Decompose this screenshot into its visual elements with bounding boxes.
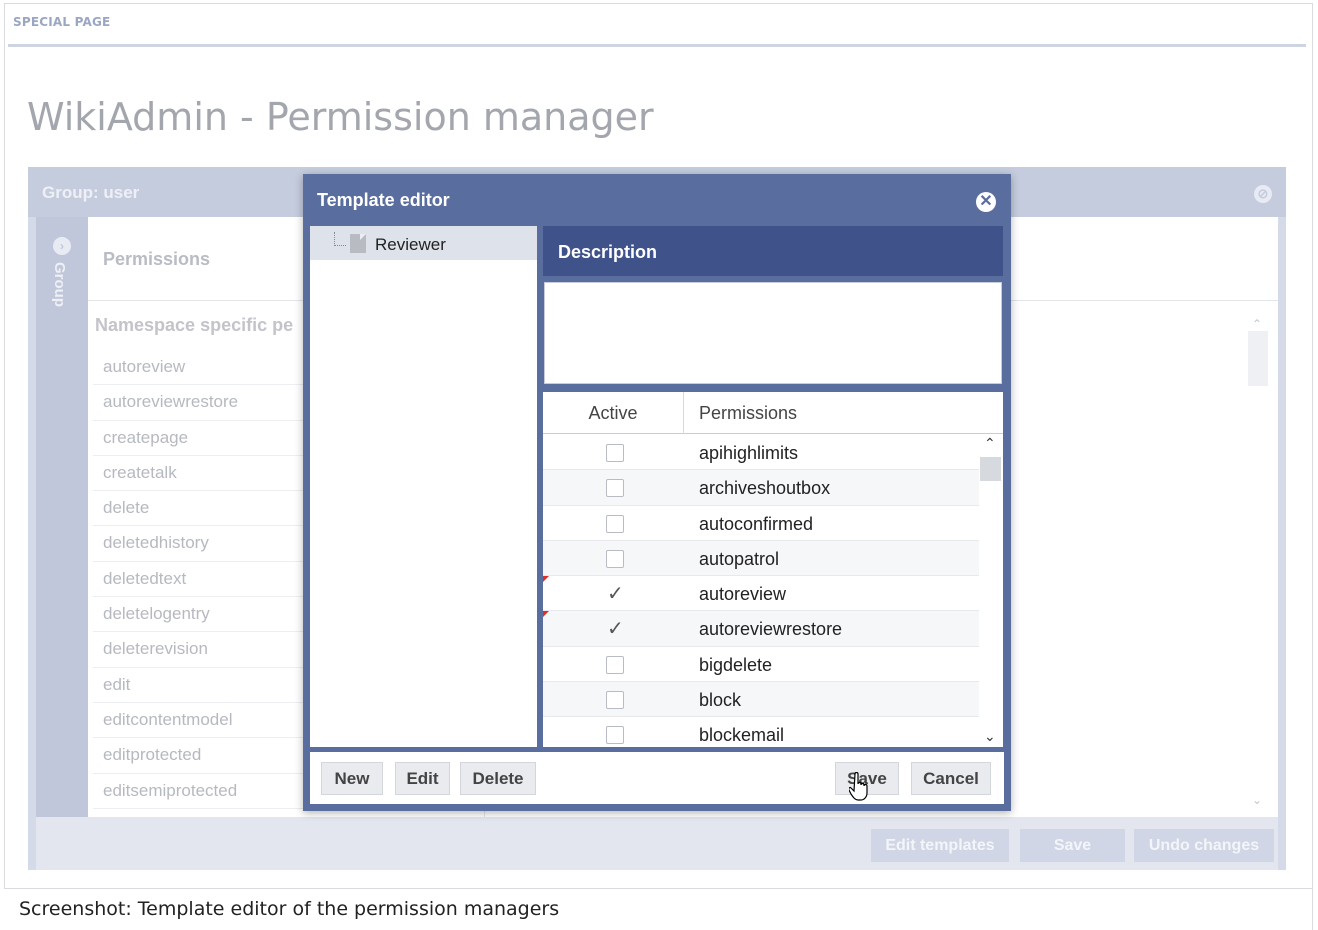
cancel-button[interactable]: Cancel — [911, 762, 991, 795]
screenshot-caption: Screenshot: Template editor of the permi… — [19, 898, 560, 920]
scroll-down-icon[interactable]: ⌄ — [1252, 793, 1262, 807]
template-tree: Reviewer — [310, 226, 537, 747]
scroll-down-icon[interactable]: ⌄ — [984, 728, 996, 745]
delete-button[interactable]: Delete — [460, 762, 536, 795]
group-panel-footer: Edit templates Save Undo changes — [36, 817, 1278, 870]
scroll-up-icon[interactable]: ⌃ — [1252, 317, 1262, 331]
template-editor-dialog: Template editor ✕ Reviewer Description A… — [303, 174, 1011, 811]
undo-changes-button[interactable]: Undo changes — [1134, 829, 1274, 862]
grid-row[interactable]: archiveshoutbox — [543, 470, 979, 506]
grid-row[interactable]: bigdelete — [543, 647, 979, 683]
close-icon[interactable]: ✕ — [976, 192, 996, 212]
permission-name: autoreviewrestore — [699, 619, 843, 640]
permission-name: autoreview — [699, 584, 787, 605]
special-page-label: SPECIAL PAGE — [13, 15, 111, 29]
group-side-tab[interactable]: › Group — [36, 217, 88, 817]
grid-scrollbar[interactable]: ⌃ ⌄ — [980, 435, 1001, 747]
save-button[interactable]: Save — [1020, 829, 1125, 862]
permission-name: autopatrol — [699, 548, 780, 569]
permission-name: archiveshoutbox — [699, 478, 831, 499]
dialog-title: Template editor — [317, 190, 450, 210]
scroll-thumb[interactable] — [1248, 331, 1268, 386]
active-checkbox[interactable] — [606, 726, 624, 745]
active-checkbox[interactable] — [606, 549, 624, 568]
file-icon — [350, 234, 366, 253]
grid-row[interactable]: blockemail — [543, 717, 979, 747]
column-header-active[interactable]: Active — [543, 392, 684, 434]
active-checkbox[interactable]: ✓ — [606, 584, 624, 604]
permission-name: bigdelete — [699, 654, 773, 675]
namespace-column-header: Namespace specific pe — [95, 315, 294, 335]
grid-header: Active Permissions — [543, 392, 1003, 434]
description-field[interactable] — [544, 282, 1002, 384]
active-checkbox[interactable] — [606, 691, 624, 710]
expand-arrow-icon[interactable]: › — [53, 237, 71, 255]
permission-name: block — [699, 690, 742, 711]
modified-marker-icon — [543, 611, 549, 618]
grid-body: apihighlimits archiveshoutbox autoconfirme… — [543, 435, 979, 747]
header-divider — [8, 44, 1306, 47]
collapse-icon[interactable]: ⊘ — [1254, 185, 1272, 203]
group-side-label: Group — [51, 262, 68, 307]
permission-name: blockemail — [699, 725, 785, 746]
permissions-grid: Active Permissions apihighlimits archives… — [543, 392, 1003, 747]
grid-row[interactable]: ✓ autoreview — [543, 576, 979, 612]
description-header: Description — [543, 226, 1003, 276]
grid-row[interactable]: autoconfirmed — [543, 506, 979, 541]
group-title: Group: user — [42, 183, 140, 202]
grid-row[interactable]: apihighlimits — [543, 435, 979, 471]
active-checkbox[interactable] — [606, 655, 624, 674]
active-checkbox[interactable] — [606, 479, 624, 498]
edit-templates-button[interactable]: Edit templates — [871, 829, 1009, 862]
permission-name: apihighlimits — [699, 443, 799, 463]
column-header-permissions[interactable]: Permissions — [699, 392, 797, 434]
active-checkbox[interactable]: ✓ — [606, 619, 624, 639]
edit-button[interactable]: Edit — [395, 762, 450, 795]
page-title: WikiAdmin - Permission manager — [27, 95, 654, 139]
modified-marker-icon — [543, 576, 549, 583]
permission-name: autoconfirmed — [699, 513, 814, 534]
permissions-scrollbar[interactable]: ⌃ ⌄ — [1248, 317, 1268, 807]
scroll-thumb[interactable] — [980, 457, 1001, 481]
new-button[interactable]: New — [321, 762, 383, 795]
caption-divider — [1312, 889, 1313, 930]
active-checkbox[interactable] — [606, 514, 624, 533]
scroll-up-icon[interactable]: ⌃ — [984, 435, 996, 452]
dialog-footer: New Edit Delete Save Cancel — [310, 752, 1004, 804]
tree-item-reviewer[interactable]: Reviewer — [310, 226, 537, 260]
hand-cursor-icon — [849, 772, 868, 801]
tree-connector — [334, 232, 346, 246]
tree-item-label: Reviewer — [375, 235, 446, 254]
active-checkbox[interactable] — [606, 444, 624, 462]
grid-row[interactable]: ✓ autoreviewrestore — [543, 611, 979, 647]
grid-row[interactable]: block — [543, 682, 979, 718]
permissions-label: Permissions — [103, 249, 211, 269]
grid-row[interactable]: autopatrol — [543, 540, 979, 577]
description-title: Description — [558, 242, 658, 262]
